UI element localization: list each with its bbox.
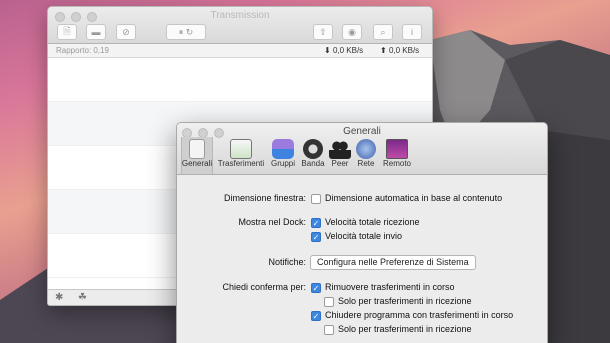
confirm-quit-option: Chiudere programma con trasferimenti in … [325, 310, 514, 320]
folder-icon: ▬ [91, 27, 101, 37]
pause-resume-button[interactable]: ⏸ ↻ [166, 24, 206, 40]
quicklook-button[interactable]: ◉ [342, 24, 362, 40]
share-button[interactable]: ⇧ [313, 24, 333, 40]
confirm-quit-sub-option: Solo per trasferimenti in ricezione [338, 324, 472, 334]
preferences-window: Generali Generali Trasferimenti Gruppi B… [176, 122, 548, 343]
forbidden-icon: ⊘ [122, 26, 130, 37]
upload-speed: ⬆ 0,0 KB/s [380, 46, 420, 55]
checkbox-confirm-quit-only-downloading[interactable] [324, 325, 334, 335]
tab-label: Trasferimenti [217, 159, 265, 168]
gear-icon[interactable]: ✱ [55, 292, 63, 303]
share-icon: ⇧ [319, 26, 327, 37]
dock-option-download: Velocità totale ricezione [325, 217, 420, 227]
confirm-remove-option: Rimuovere trasferimenti in corso [325, 282, 455, 292]
window-size-option: Dimensione automatica in base al contenu… [325, 193, 503, 203]
download-speed: ⬇ 0,0 KB/s [324, 46, 364, 55]
window-title: Transmission [210, 10, 270, 21]
tab-rete[interactable]: Rete [355, 137, 377, 174]
tab-peer[interactable]: Peer [328, 137, 352, 174]
monitor-icon [230, 139, 252, 159]
confirm-remove-sub-option: Solo per trasferimenti in ricezione [338, 296, 472, 306]
tab-label: Generali [181, 159, 213, 168]
ratio-label: Rapporto: 0,19 [56, 46, 109, 55]
globe-icon [356, 139, 376, 159]
tab-label: Remoto [382, 159, 411, 168]
checkbox-dock-download[interactable]: ✓ [311, 218, 321, 228]
tab-label: Peer [331, 159, 349, 168]
open-folder-button[interactable]: ▬ [86, 24, 106, 40]
window-title: Generali [343, 126, 381, 137]
tab-banda[interactable]: Banda [300, 137, 326, 174]
checkbox-confirm-quit[interactable]: ✓ [311, 311, 321, 321]
people-icon [329, 139, 351, 159]
checkbox-confirm-remove[interactable]: ✓ [311, 283, 321, 293]
checkbox-dock-upload[interactable]: ✓ [311, 232, 321, 242]
filter-button[interactable]: ⌕ [373, 24, 393, 40]
status-bar: Rapporto: 0,19 ⬇ 0,0 KB/s ⬆ 0,0 KB/s [48, 44, 432, 58]
speedometer-icon [303, 139, 323, 159]
tab-label: Banda [301, 159, 325, 168]
switch-icon [189, 139, 205, 159]
notifications-label: Notifiche: [268, 257, 306, 267]
remote-icon [386, 139, 408, 159]
document-icon: 🗎 [63, 26, 71, 36]
eye-icon: ◉ [348, 26, 356, 37]
info-icon: i [411, 27, 413, 37]
transmission-titlebar: Transmission 🗎 ▬ ⊘ ⏸ ↻ ⇧ ◉ ⌕ i [48, 7, 432, 44]
list-item [48, 58, 432, 102]
tab-remoto[interactable]: Remoto [381, 137, 413, 174]
checkbox-window-size[interactable] [311, 194, 321, 204]
tab-trasferimenti[interactable]: Trasferimenti [217, 137, 265, 174]
inspector-button[interactable]: i [402, 24, 422, 40]
dock-option-upload: Velocità totale invio [325, 231, 403, 241]
open-torrent-button[interactable]: 🗎 [57, 24, 77, 40]
confirm-label: Chiedi conferma per: [222, 282, 306, 292]
checkbox-confirm-remove-only-downloading[interactable] [324, 297, 334, 307]
configure-notifications-button[interactable]: Configura nelle Preferenze di Sistema [310, 255, 476, 270]
tab-generali[interactable]: Generali [181, 137, 213, 174]
pause-icon: ⏸ ↻ [178, 26, 194, 37]
download-speed-value: 0,0 KB/s [332, 46, 364, 55]
window-size-label: Dimensione finestra: [223, 193, 306, 203]
tab-gruppi[interactable]: Gruppi [268, 137, 298, 174]
preferences-toolbar: Generali Generali Trasferimenti Gruppi B… [177, 123, 547, 175]
tab-label: Rete [357, 159, 375, 168]
search-icon: ⌕ [380, 26, 386, 37]
remove-button[interactable]: ⊘ [116, 24, 136, 40]
tab-label: Gruppi [270, 159, 295, 168]
groups-icon [272, 139, 294, 159]
turtle-icon[interactable]: ☘ [78, 292, 87, 303]
upload-speed-value: 0,0 KB/s [388, 46, 420, 55]
dock-label: Mostra nel Dock: [238, 217, 306, 227]
